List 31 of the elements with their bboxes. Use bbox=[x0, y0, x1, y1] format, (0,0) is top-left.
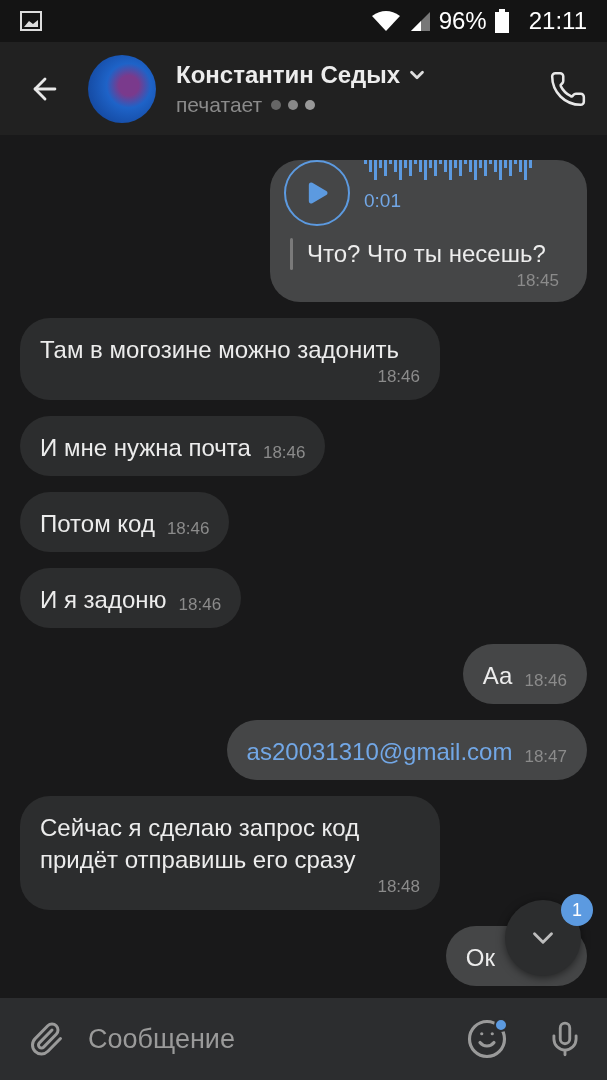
typing-dots-icon bbox=[270, 98, 317, 111]
voice-duration: 0:01 bbox=[364, 190, 402, 212]
unread-badge: 1 bbox=[561, 894, 593, 926]
email-link[interactable]: as20031310@gmail.com bbox=[246, 736, 513, 768]
contact-name[interactable]: Константин Седых bbox=[176, 60, 401, 89]
message-time: 18:48 bbox=[377, 876, 420, 898]
typing-status: печатает bbox=[176, 92, 263, 117]
message-time: 18:46 bbox=[178, 594, 222, 616]
clock-time: 21:11 bbox=[528, 7, 587, 35]
message-time: 18:46 bbox=[262, 442, 306, 464]
phone-call-button[interactable] bbox=[549, 69, 587, 108]
message-text: Аа bbox=[482, 661, 513, 691]
message-time: 18:46 bbox=[377, 366, 420, 388]
emoji-button[interactable] bbox=[466, 1018, 508, 1060]
message-text: Там в могозине можно задонить bbox=[40, 335, 401, 365]
wifi-icon bbox=[370, 10, 401, 32]
message-text: И мне нужна почта bbox=[40, 433, 251, 463]
message-text: И я задоню bbox=[40, 585, 167, 615]
message-text: Что? Что ты несешь? bbox=[307, 239, 547, 269]
message-time: 18:47 bbox=[524, 746, 567, 768]
message-text: Сейчас я сделаю запрос код придёт отправишь его сразу bbox=[40, 813, 361, 875]
message-time: 18:46 bbox=[166, 518, 210, 540]
battery-level: 96% bbox=[438, 7, 487, 35]
message-time: 18:46 bbox=[524, 670, 567, 692]
message-time: 18:45 bbox=[516, 270, 559, 292]
play-button[interactable] bbox=[284, 160, 350, 226]
message-text: Потом код bbox=[40, 509, 155, 539]
message-text: Ок bbox=[465, 943, 495, 973]
battery-icon bbox=[494, 9, 509, 33]
image-icon bbox=[20, 11, 42, 31]
attach-paperclip-icon[interactable] bbox=[28, 1021, 64, 1057]
